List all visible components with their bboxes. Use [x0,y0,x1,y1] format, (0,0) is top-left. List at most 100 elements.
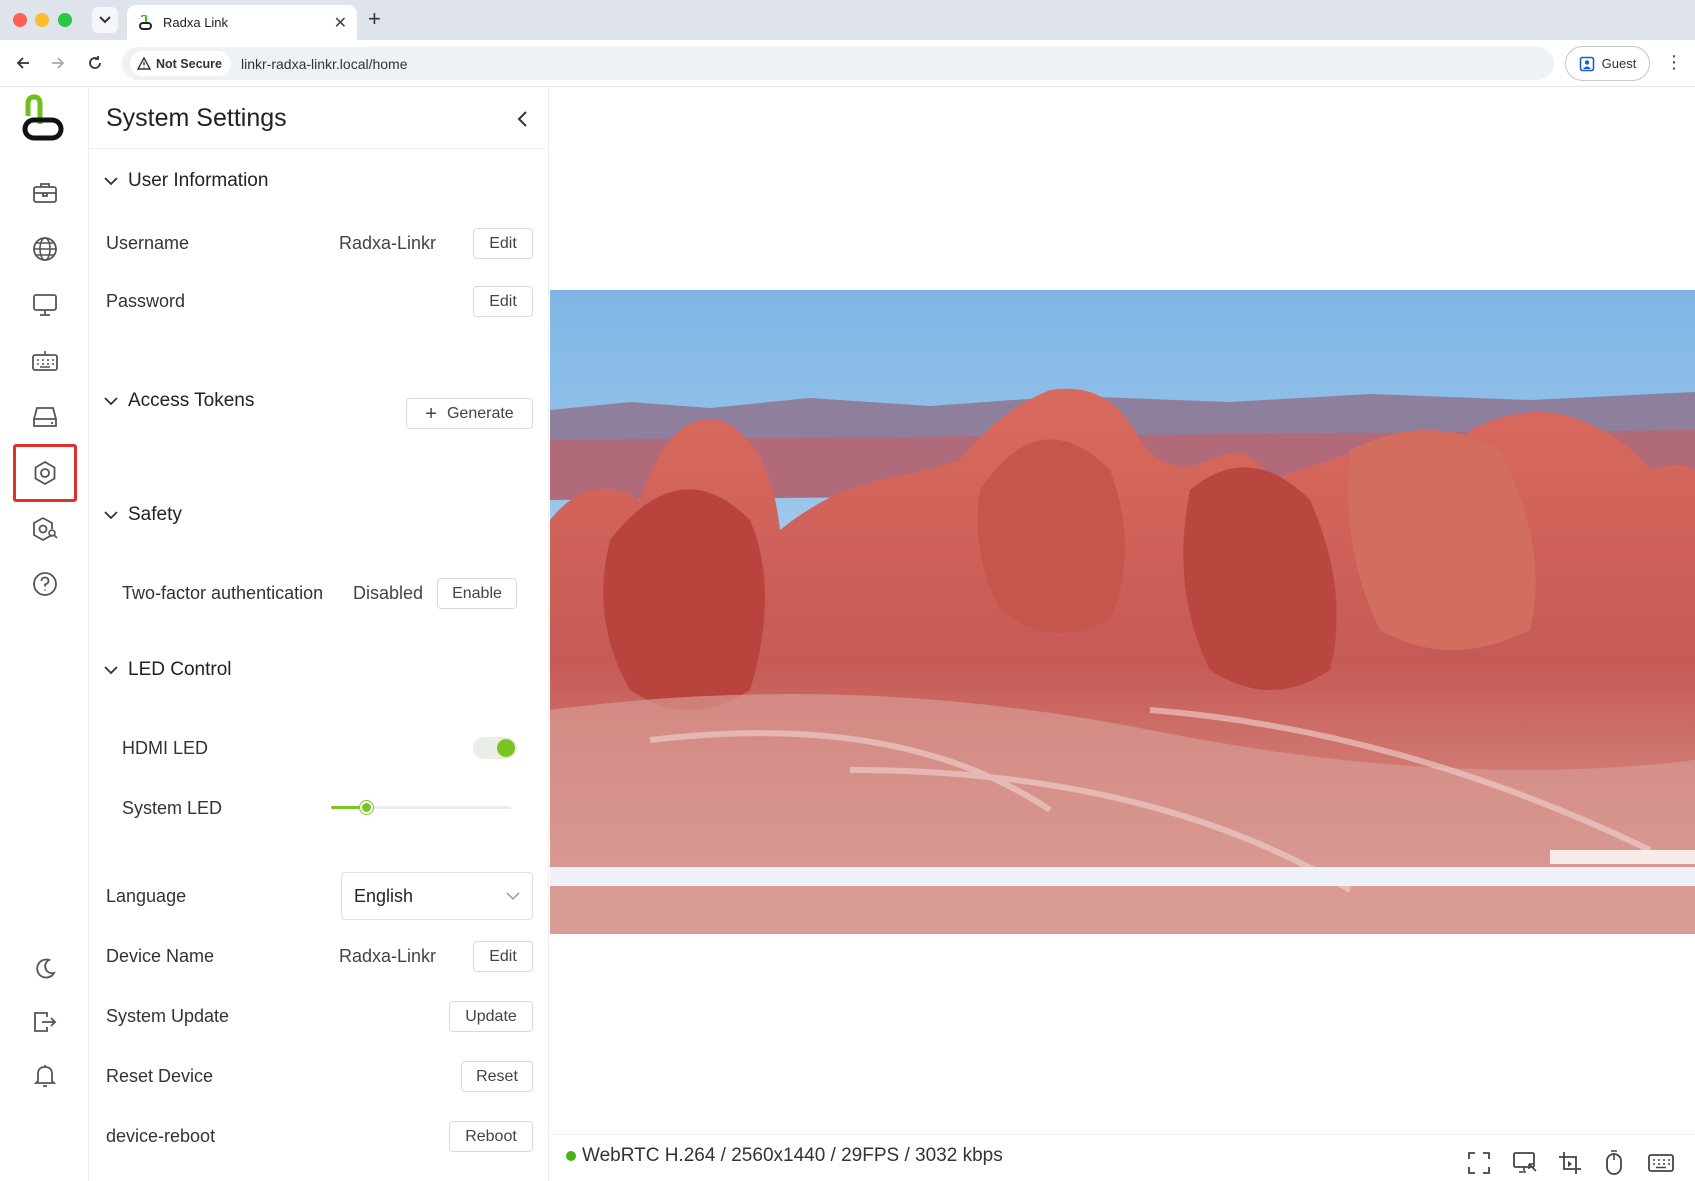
address-bar[interactable]: Not Secure linkr-radxa-linkr.local/home [122,47,1554,80]
bell-icon [33,1065,57,1087]
globe-icon [33,237,57,261]
profile-label: Guest [1601,56,1637,71]
chevron-left-icon [517,111,527,127]
chevron-down-icon [104,176,118,185]
reboot-button[interactable]: Reboot [449,1121,533,1152]
app-page: System Settings User Information Usernam… [0,88,1695,1181]
mouse-icon [1606,1150,1622,1175]
mouse-button[interactable] [1599,1148,1629,1178]
device-name-value: Radxa-Linkr [339,946,437,966]
chevron-down-icon [506,891,520,900]
language-label: Language [106,886,187,906]
hdmi-led-toggle[interactable] [473,737,517,759]
connection-indicator [566,1151,576,1161]
language-select[interactable]: English [341,872,533,920]
two-factor-label: Two-factor authentication [122,583,324,603]
reset-button[interactable]: Reset [461,1061,533,1092]
tab-title: Radxa Link [163,15,229,30]
toolbox-icon [33,183,57,203]
section-access-tokens[interactable]: Access Tokens [104,390,254,412]
back-button[interactable] [12,52,34,74]
enable-two-factor-button[interactable]: Enable [437,578,517,609]
chevron-down-icon [99,16,111,24]
stream-info: WebRTC H.264 / 2560x1440 / 29FPS / 3032 … [582,1145,1003,1166]
remote-screen[interactable] [550,290,1695,934]
new-tab-button[interactable]: + [368,8,381,30]
minimize-window-button[interactable] [35,13,49,27]
edit-password-button[interactable]: Edit [473,286,533,317]
rail-theme[interactable] [21,945,69,993]
generate-token-button[interactable]: + Generate [406,398,533,429]
rail-notifications[interactable] [21,1052,69,1100]
settings-icon [34,460,56,486]
password-label: Password [106,291,186,311]
generate-label: Generate [446,404,514,422]
radxa-logo-icon [22,94,64,141]
rail-advanced-settings[interactable] [21,505,69,553]
tab-bar: Radxa Link ✕ + [0,0,1695,40]
section-title: Access Tokens [128,390,255,411]
language-value: English [354,885,414,906]
drive-icon [33,407,57,427]
hdmi-led-label: HDMI LED [122,738,209,758]
crop-button[interactable] [1555,1148,1585,1178]
rail-storage[interactable] [21,393,69,441]
rail-network[interactable] [21,225,69,273]
remote-viewer: WebRTC H.264 / 2560x1440 / 29FPS / 3032 … [550,88,1695,1181]
rail-display[interactable] [21,281,69,329]
rail-help[interactable] [21,560,69,608]
close-window-button[interactable] [13,13,27,27]
forward-button[interactable] [47,52,69,74]
fullscreen-icon [1468,1152,1490,1174]
rail-keyboard[interactable] [21,337,69,385]
username-value: Radxa-Linkr [339,233,437,253]
security-indicator[interactable]: Not Secure [130,51,231,76]
side-rail [0,88,89,1181]
tab-search-button[interactable] [92,7,118,33]
screen-mode-button[interactable] [1510,1148,1540,1178]
section-title: LED Control [128,659,232,680]
collapse-panel-button[interactable] [509,106,535,132]
rail-toolbox[interactable] [21,169,69,217]
edit-device-name-button[interactable]: Edit [473,941,533,972]
section-title: Safety [128,504,182,525]
reload-button[interactable] [84,52,106,74]
rail-logout[interactable] [21,998,69,1046]
fullscreen-button[interactable] [1464,1148,1494,1178]
chevron-down-icon [104,665,118,674]
keyboard-icon [32,351,58,371]
edit-username-button[interactable]: Edit [473,228,533,259]
settings-panel: System Settings User Information Usernam… [89,88,549,1181]
arrow-right-icon [52,57,65,69]
section-user-information[interactable]: User Information [104,170,268,192]
reload-icon [89,56,101,69]
maximize-window-button[interactable] [58,13,72,27]
reset-device-label: Reset Device [106,1066,214,1086]
section-safety[interactable]: Safety [104,504,182,526]
section-title: User Information [128,170,269,191]
profile-icon [1579,56,1594,71]
not-secure-label: Not Secure [156,56,222,71]
slider-handle[interactable] [360,801,373,814]
system-led-slider[interactable] [331,801,511,814]
profile-button[interactable]: Guest [1565,46,1650,81]
logout-icon [34,1012,57,1032]
crop-icon [1559,1152,1581,1174]
browser-window: Radxa Link ✕ + Not Secure linkr-radxa-li… [0,0,1695,1181]
panel-divider [89,148,549,149]
toggle-knob [497,739,515,757]
keyboard-icon [1648,1154,1674,1172]
chevron-down-icon [104,396,118,405]
update-button[interactable]: Update [449,1001,533,1032]
virtual-keyboard-button[interactable] [1646,1148,1676,1178]
screen-icon [1513,1152,1537,1173]
arrow-left-icon [16,57,29,69]
close-tab-icon[interactable]: ✕ [334,13,347,33]
section-led-control[interactable]: LED Control [104,659,232,681]
browser-tab[interactable]: Radxa Link ✕ [127,5,357,40]
plus-icon: + [425,402,437,425]
settings-search-icon [33,517,58,542]
system-update-label: System Update [106,1006,230,1026]
rail-settings[interactable] [13,444,77,502]
browser-menu-icon[interactable]: ⋮ [1665,52,1683,73]
